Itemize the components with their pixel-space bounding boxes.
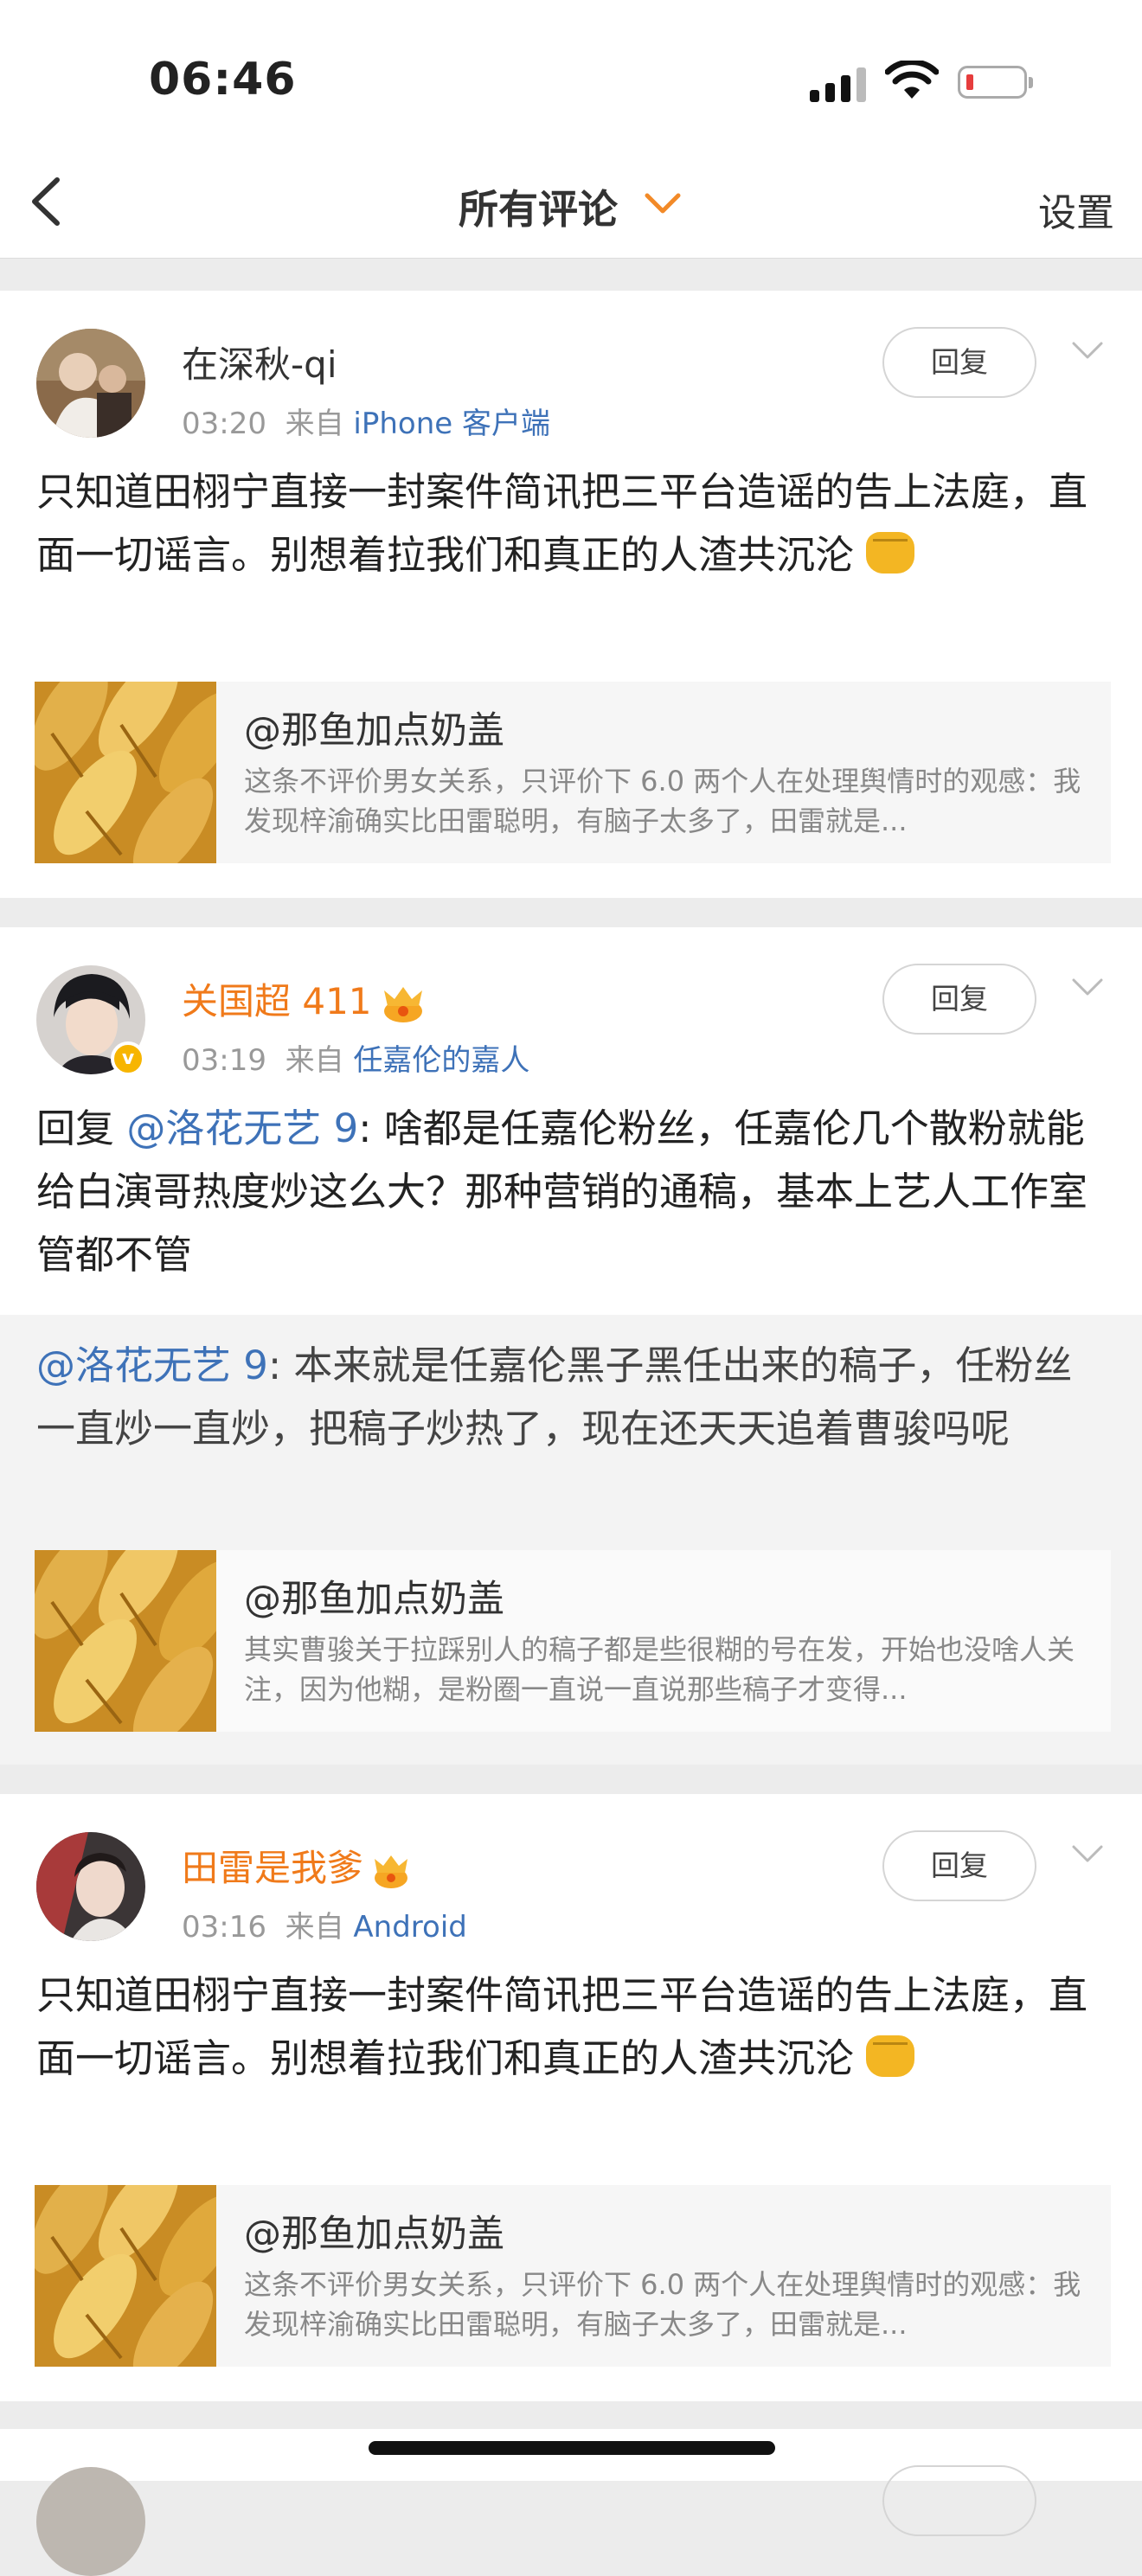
username[interactable]: 关国超 411 [182, 972, 427, 1025]
link-card-title: @那鱼加点奶盖 [244, 709, 504, 753]
status-bar: 06:46 [0, 0, 1142, 147]
link-card-title: @那鱼加点奶盖 [244, 1578, 504, 1621]
reply-prefix: 回复 [36, 1105, 115, 1151]
link-card-thumbnail [35, 2185, 216, 2367]
comment-meta: 03:19 来自 任嘉伦的嘉人 [182, 1036, 529, 1079]
chevron-down-icon[interactable] [1071, 1844, 1104, 1865]
cellular-signal-icon [810, 66, 867, 102]
avatar[interactable] [36, 1832, 145, 1941]
comment-meta: 03:20 来自 iPhone 客户端 [182, 400, 550, 442]
username-text: 关国超 411 [182, 980, 372, 1022]
comment-body: 只知道田栩宁直接一封案件简讯把三平台造谣的告上法庭，直面一切谣言。别想着拉我们和… [36, 1972, 1088, 2081]
reply-button[interactable]: 回复 [882, 327, 1036, 398]
comment-time: 03:16 [182, 1910, 266, 1945]
link-card-description: 这条不评价男女关系，只评价下 6.0 两个人在处理舆情时的观感：我发现梓渝确实比… [244, 2268, 1081, 2341]
reply-mention[interactable]: @洛花无艺 9 [126, 1105, 358, 1151]
comment-card: v 关国超 411 03:19 来自 任嘉伦的嘉人 回复 回复 @洛花无艺 9:… [0, 927, 1142, 1765]
link-card[interactable]: @那鱼加点奶盖 其实曹骏关于拉踩别人的稿子都是些很糊的号在发，开始也没啥人关注，… [35, 1550, 1111, 1732]
status-time: 06:46 [149, 54, 297, 106]
fist-icon [866, 532, 915, 574]
comment-body: 只知道田栩宁直接一封案件简讯把三平台造谣的告上法庭，直面一切谣言。别想着拉我们和… [36, 469, 1088, 578]
nav-bar: 所有评论 设置 [0, 147, 1142, 259]
chevron-down-icon[interactable] [644, 192, 682, 216]
page-title[interactable]: 所有评论 [459, 178, 618, 235]
source-prefix: 来自 [285, 1043, 344, 1078]
comment-text: 只知道田栩宁直接一封案件简讯把三平台造谣的告上法庭，直面一切谣言。别想着拉我们和… [36, 460, 1109, 586]
client-source[interactable]: 任嘉伦的嘉人 [353, 1043, 529, 1078]
client-source[interactable]: Android [353, 1910, 466, 1945]
reply-button[interactable]: 回复 [882, 964, 1036, 1035]
fist-icon [866, 2035, 915, 2077]
chevron-down-icon[interactable] [1071, 977, 1104, 998]
link-card-thumbnail [35, 682, 216, 863]
avatar[interactable] [36, 2467, 145, 2576]
quoted-comment[interactable]: @洛花无艺 9: 本来就是任嘉伦黑子黑任出来的稿子，任粉丝一直炒一直炒，把稿子炒… [0, 1315, 1142, 1765]
crown-icon [383, 986, 422, 1022]
back-icon[interactable] [22, 171, 74, 232]
home-indicator[interactable] [369, 2441, 775, 2455]
comment-text: 只知道田栩宁直接一封案件简讯把三平台造谣的告上法庭，直面一切谣言。别想着拉我们和… [36, 1964, 1109, 2090]
comment-text: 回复 @洛花无艺 9: 啥都是任嘉伦粉丝，任嘉伦几个散粉就能给白演哥热度炒这么大… [36, 1097, 1109, 1286]
reply-button-partial[interactable] [882, 2465, 1036, 2536]
comment-time: 03:19 [182, 1043, 266, 1078]
comment-card: 田雷是我爹 03:16 来自 Android 回复 只知道田栩宁直接一封案件简讯… [0, 1794, 1142, 2401]
username[interactable]: 在深秋-qi [182, 336, 337, 388]
link-card[interactable]: @那鱼加点奶盖 这条不评价男女关系，只评价下 6.0 两个人在处理舆情时的观感：… [35, 2185, 1111, 2367]
source-prefix: 来自 [285, 407, 344, 441]
crown-icon [375, 1855, 408, 1888]
source-prefix: 来自 [285, 1910, 344, 1945]
settings-button[interactable]: 设置 [1038, 182, 1114, 237]
comment-time: 03:20 [182, 407, 266, 441]
link-card-description: 其实曹骏关于拉踩别人的稿子都是些很糊的号在发，开始也没啥人关注，因为他糊，是粉圈… [244, 1633, 1075, 1706]
verified-badge-icon: v [111, 1041, 145, 1076]
avatar[interactable] [36, 329, 145, 438]
chevron-down-icon[interactable] [1071, 341, 1104, 362]
quoted-mention[interactable]: @洛花无艺 9 [36, 1342, 268, 1388]
comment-card [0, 2429, 1142, 2576]
username[interactable]: 田雷是我爹 [182, 1839, 412, 1892]
username-text: 田雷是我爹 [182, 1847, 364, 1889]
battery-icon [958, 66, 1033, 99]
link-card-description: 这条不评价男女关系，只评价下 6.0 两个人在处理舆情时的观感：我发现梓渝确实比… [244, 765, 1081, 837]
client-source[interactable]: iPhone 客户端 [353, 407, 550, 441]
link-card-thumbnail [35, 1550, 216, 1732]
comment-card: 在深秋-qi 03:20 来自 iPhone 客户端 回复 只知道田栩宁直接一封… [0, 291, 1142, 898]
link-card[interactable]: @那鱼加点奶盖 这条不评价男女关系，只评价下 6.0 两个人在处理舆情时的观感：… [35, 682, 1111, 863]
reply-button[interactable]: 回复 [882, 1830, 1036, 1901]
link-card-title: @那鱼加点奶盖 [244, 2213, 504, 2256]
wifi-icon [885, 61, 939, 99]
quoted-text: @洛花无艺 9: 本来就是任嘉伦黑子黑任出来的稿子，任粉丝一直炒一直炒，把稿子炒… [36, 1334, 1109, 1460]
comment-meta: 03:16 来自 Android [182, 1903, 467, 1945]
